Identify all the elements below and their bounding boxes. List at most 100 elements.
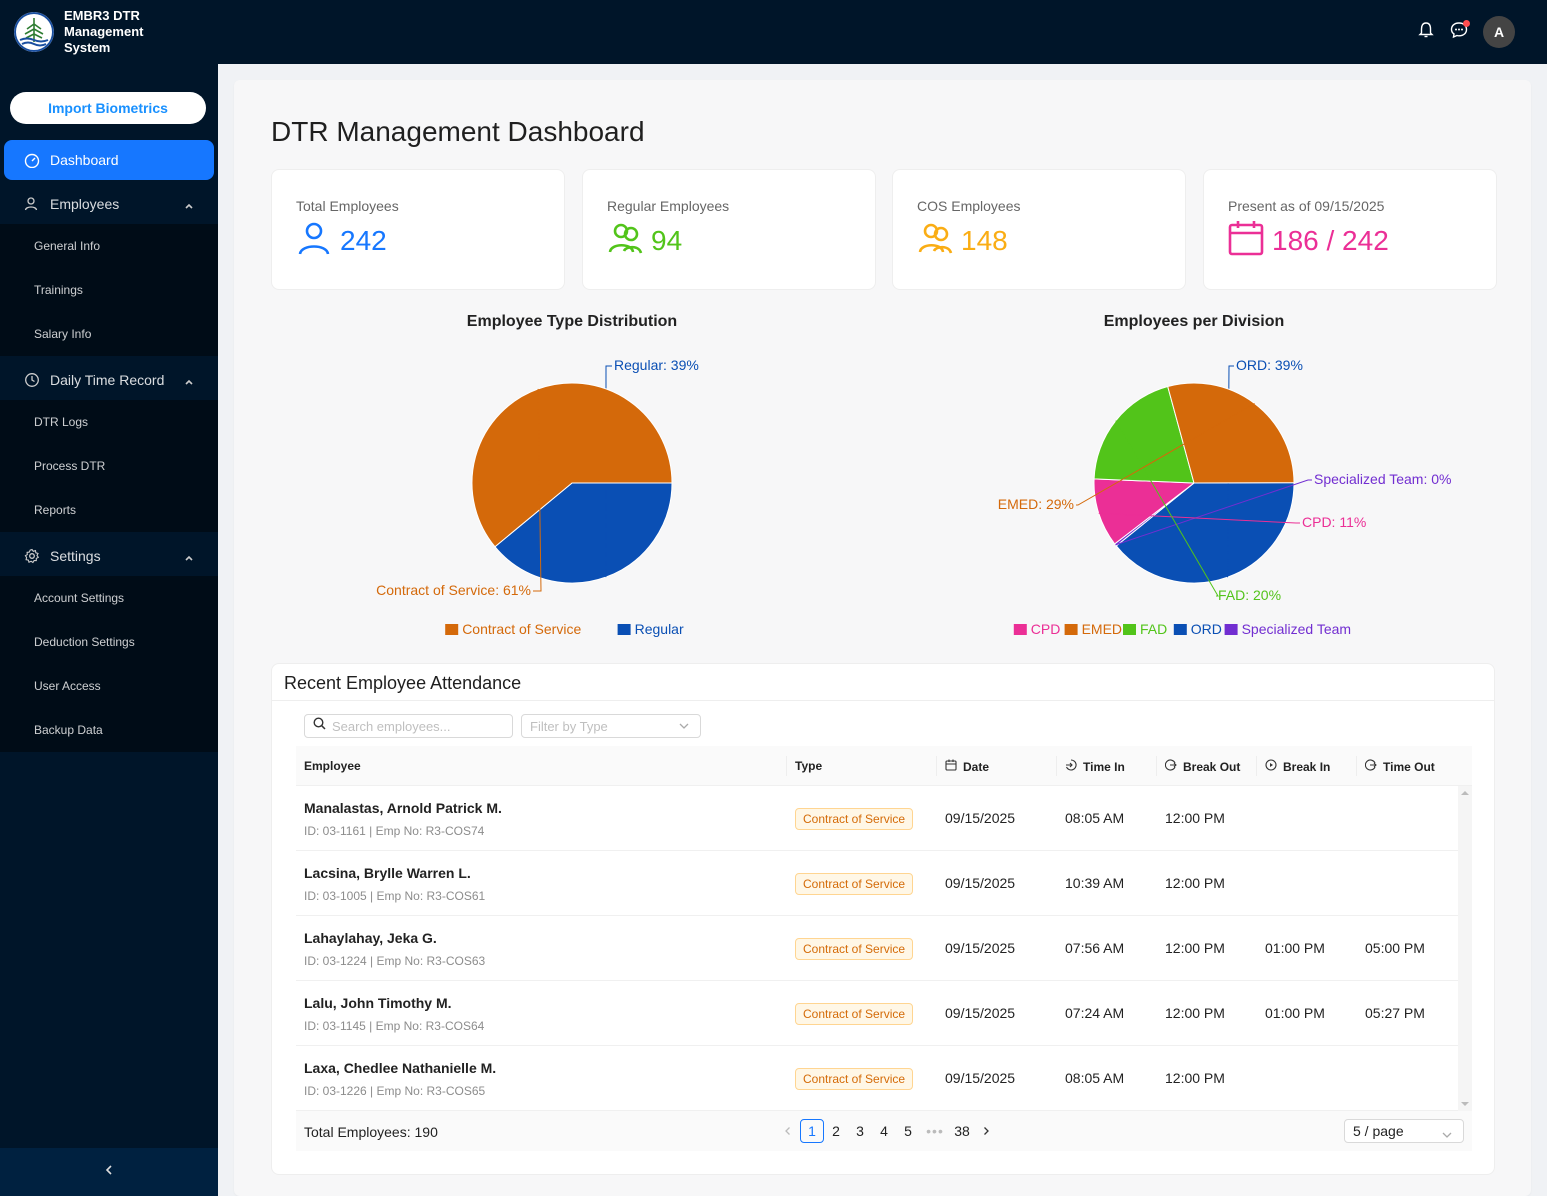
table-scrollbar[interactable] bbox=[1458, 786, 1472, 1111]
next-page-button[interactable] bbox=[974, 1119, 998, 1143]
legend-swatch[interactable] bbox=[1013, 624, 1027, 635]
time-in-cell: 10:39 AM bbox=[1065, 875, 1125, 891]
table-row[interactable]: Lacsina, Brylle Warren L. ID: 03-1005 | E… bbox=[296, 851, 1458, 916]
column-header-date[interactable]: Date bbox=[945, 759, 989, 774]
sidebar-item-deduction-settings[interactable]: Deduction Settings bbox=[0, 620, 218, 664]
prev-page-button[interactable] bbox=[776, 1119, 800, 1143]
chart-title: Employee Type Distribution bbox=[466, 313, 678, 330]
user-icon bbox=[296, 220, 332, 261]
sidebar-item-daily-time-record[interactable]: Daily Time Record bbox=[0, 360, 218, 400]
message-icon[interactable] bbox=[1449, 19, 1470, 45]
page-button[interactable]: 4 bbox=[872, 1119, 896, 1143]
stat-card-total-employees: Total Employees 242 bbox=[271, 169, 565, 290]
page-button[interactable]: 3 bbox=[848, 1119, 872, 1143]
logout-icon bbox=[1164, 759, 1177, 774]
sidebar-item-employees[interactable]: Employees bbox=[0, 184, 218, 224]
bell-icon[interactable] bbox=[1417, 21, 1435, 44]
table-row[interactable]: Lahaylahay, Jeka G. ID: 03-1224 | Emp No:… bbox=[296, 916, 1458, 981]
legend-swatch[interactable] bbox=[1173, 624, 1187, 635]
legend-item[interactable]: Specialized Team bbox=[1242, 621, 1351, 637]
sidebar-item-process-dtr[interactable]: Process DTR bbox=[0, 444, 218, 488]
chevron-up-icon bbox=[184, 550, 194, 566]
stat-label: Total Employees bbox=[296, 198, 399, 214]
main-content: DTR Management Dashboard Total Employees… bbox=[234, 80, 1531, 1196]
legend-swatch[interactable] bbox=[1224, 624, 1238, 635]
chevron-down-icon bbox=[1441, 1125, 1453, 1147]
stat-value: 186 / 242 bbox=[1272, 224, 1389, 256]
filter-type-select[interactable]: Filter by Type bbox=[521, 714, 701, 738]
column-header-time-in[interactable]: Time In bbox=[1065, 759, 1125, 774]
calendar-icon bbox=[945, 759, 957, 774]
search-box[interactable] bbox=[304, 714, 513, 738]
column-header-time-out[interactable]: Time Out bbox=[1364, 759, 1435, 774]
legend-item[interactable]: FAD bbox=[1140, 621, 1167, 637]
legend-item[interactable]: EMED bbox=[1082, 621, 1122, 637]
employee-name: Lahaylahay, Jeka G. bbox=[304, 930, 437, 946]
sidebar-item-general-info[interactable]: General Info bbox=[0, 224, 218, 268]
table-row[interactable]: Lalu, John Timothy M. ID: 03-1145 | Emp N… bbox=[296, 981, 1458, 1046]
pagination-ellipsis[interactable]: ••• bbox=[920, 1119, 950, 1143]
chart-title: Employees per Division bbox=[1103, 313, 1285, 330]
date-cell: 09/15/2025 bbox=[945, 1070, 1016, 1086]
column-header-break-in[interactable]: Break In bbox=[1265, 759, 1330, 774]
legend-swatch[interactable] bbox=[445, 624, 459, 635]
search-input[interactable] bbox=[332, 718, 502, 734]
column-header-break-out[interactable]: Break Out bbox=[1164, 759, 1240, 774]
stat-label: Regular Employees bbox=[607, 198, 730, 214]
search-icon bbox=[313, 717, 326, 735]
table-row[interactable]: Manalastas, Arnold Patrick M. ID: 03-1161… bbox=[296, 786, 1458, 851]
clock-icon bbox=[24, 372, 40, 388]
page-button[interactable]: 1 bbox=[800, 1119, 824, 1143]
legend-item[interactable]: Regular bbox=[635, 621, 684, 637]
user-icon bbox=[24, 196, 40, 212]
legend-item[interactable]: Contract of Service bbox=[462, 621, 581, 637]
sidebar-item-dtr-logs[interactable]: DTR Logs bbox=[0, 400, 218, 444]
sidebar-item-settings[interactable]: Settings bbox=[0, 536, 218, 576]
time-out-cell: 05:27 PM bbox=[1365, 1005, 1425, 1021]
legend-item[interactable]: CPD bbox=[1031, 621, 1061, 637]
table-row[interactable]: Laxa, Chedlee Nathanielle M. ID: 03-1226 … bbox=[296, 1046, 1458, 1111]
legend-swatch[interactable] bbox=[1064, 624, 1078, 635]
legend-item[interactable]: ORD bbox=[1191, 621, 1222, 637]
break-out-cell: 12:00 PM bbox=[1165, 940, 1225, 956]
page-button[interactable]: 5 bbox=[896, 1119, 920, 1143]
divider bbox=[272, 700, 1494, 701]
sidebar-item-trainings[interactable]: Trainings bbox=[0, 268, 218, 312]
import-biometrics-button[interactable]: Import Biometrics bbox=[10, 92, 206, 124]
pie-label: EMED: 29% bbox=[998, 496, 1074, 512]
employees-per-division-pie-chart: ORD: 39% Specialized Team: 0% CPD: 11% FAD:… bbox=[998, 357, 1452, 637]
page-button[interactable]: 2 bbox=[824, 1119, 848, 1143]
sidebar-item-backup-data[interactable]: Backup Data bbox=[0, 708, 218, 752]
sidebar-item-account-settings[interactable]: Account Settings bbox=[0, 576, 218, 620]
calendar-icon bbox=[1228, 220, 1264, 261]
sidebar-item-salary-info[interactable]: Salary Info bbox=[0, 312, 218, 356]
employee-name: Lacsina, Brylle Warren L. bbox=[304, 865, 471, 881]
sidebar-item-reports[interactable]: Reports bbox=[0, 488, 218, 532]
total-employees-text: Total Employees: 190 bbox=[304, 1124, 438, 1140]
sidebar-item-user-access[interactable]: User Access bbox=[0, 664, 218, 708]
time-out-cell: 05:00 PM bbox=[1365, 940, 1425, 956]
avatar[interactable]: A bbox=[1483, 16, 1515, 48]
page-button[interactable]: 38 bbox=[950, 1119, 974, 1143]
chevron-left-icon bbox=[103, 1163, 115, 1181]
type-tag: Contract of Service bbox=[795, 938, 914, 960]
legend-swatch[interactable] bbox=[617, 624, 631, 635]
stat-label: Present as of 09/15/2025 bbox=[1228, 198, 1385, 214]
sidebar-item-dashboard[interactable]: Dashboard bbox=[4, 140, 214, 180]
page-size-select[interactable]: 5 / page bbox=[1344, 1119, 1464, 1143]
column-header-employee[interactable]: Employee bbox=[304, 759, 361, 773]
sidebar-item-label: Settings bbox=[50, 548, 101, 564]
pie-label: Contract of Service: 61% bbox=[376, 582, 531, 598]
sidebar: EMBR3 DTR Management System Import Biome… bbox=[0, 0, 218, 1196]
collapse-sidebar-button[interactable] bbox=[0, 1148, 218, 1196]
stat-card-present: Present as of 09/15/2025 186 / 242 bbox=[1203, 169, 1497, 290]
stat-card-cos-employees: COS Employees 148 bbox=[892, 169, 1186, 290]
legend-swatch[interactable] bbox=[1123, 624, 1136, 635]
pie-label: Specialized Team: 0% bbox=[1314, 471, 1451, 487]
pagination: 1 2 3 4 5 ••• 38 bbox=[776, 1119, 998, 1143]
filter-placeholder: Filter by Type bbox=[530, 718, 608, 734]
stat-value: 148 bbox=[961, 224, 1008, 256]
employee-type-pie-chart: Regular: 39% Contract of Service: 61% Cont… bbox=[376, 357, 699, 637]
attendance-title: Recent Employee Attendance bbox=[284, 673, 522, 693]
column-header-type[interactable]: Type bbox=[795, 759, 822, 773]
